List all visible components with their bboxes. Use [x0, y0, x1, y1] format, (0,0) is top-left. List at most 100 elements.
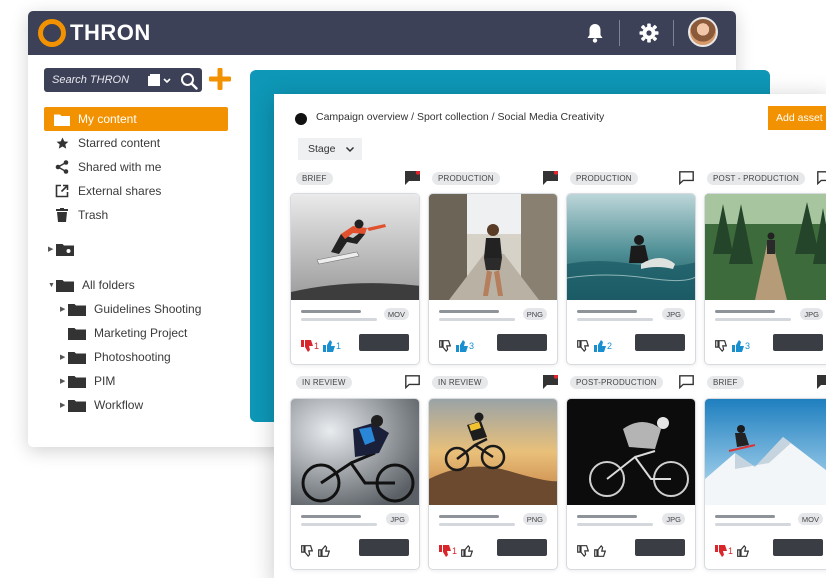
- comment-unread-icon[interactable]: [543, 171, 558, 185]
- folder-scope-icon[interactable]: [148, 74, 174, 88]
- asset-card[interactable]: MOV 1 1: [290, 193, 420, 365]
- file-type-badge: JPG: [386, 513, 409, 525]
- subtitle-placeholder: [715, 523, 791, 526]
- sidebar-item-external[interactable]: External shares: [44, 179, 228, 203]
- thumbs-up-filled-icon[interactable]: [594, 340, 606, 352]
- caret-right-icon[interactable]: ▶: [60, 401, 68, 409]
- thumbs-up-icon[interactable]: [737, 545, 750, 557]
- caret-right-icon[interactable]: ▶: [60, 305, 68, 313]
- title-placeholder: [577, 515, 637, 518]
- sidebar-item-label: Starred content: [78, 136, 161, 150]
- file-type-badge: PNG: [522, 308, 547, 320]
- search-input[interactable]: [44, 68, 144, 92]
- stage-tag: BRIEF: [707, 376, 744, 389]
- sidebar-item-shared[interactable]: Shared with me: [44, 155, 228, 179]
- file-type-badge: PNG: [522, 513, 547, 525]
- vote-group: 1: [715, 543, 754, 559]
- stage-tag: POST - PRODUCTION: [707, 172, 805, 185]
- file-type-badge: JPG: [662, 513, 685, 525]
- sidebar-item-trash[interactable]: Trash: [44, 203, 228, 227]
- asset-card[interactable]: PNG 3: [428, 193, 558, 365]
- comment-icon[interactable]: [679, 171, 694, 185]
- thumbnail-mountain-bike: [429, 399, 557, 505]
- subtitle-placeholder: [577, 523, 653, 526]
- file-type-badge: MOV: [797, 513, 823, 525]
- action-button[interactable]: [497, 334, 547, 351]
- subtitle-placeholder: [439, 318, 515, 321]
- tree-row-folder[interactable]: ▶ Guidelines Shooting: [44, 297, 244, 321]
- workflow-window: Campaign overview / Sport collection / S…: [274, 94, 826, 578]
- thumbnail-snowboard: [291, 194, 419, 300]
- asset-card[interactable]: JPG 3: [704, 193, 826, 365]
- comment-icon[interactable]: [405, 375, 420, 389]
- caret-right-icon[interactable]: ▶: [60, 353, 68, 361]
- comment-unread-icon[interactable]: [543, 375, 558, 389]
- comment-icon[interactable]: [679, 375, 694, 389]
- action-button[interactable]: [773, 539, 823, 556]
- vote-group: [301, 543, 335, 559]
- folder-icon: [68, 375, 86, 388]
- asset-card[interactable]: JPG: [566, 398, 696, 570]
- subtitle-placeholder: [577, 318, 653, 321]
- tree-row-all-folders[interactable]: ▼ All folders: [44, 273, 244, 297]
- action-button[interactable]: [635, 539, 685, 556]
- logo-ring-icon: [38, 19, 66, 47]
- thumbs-down-icon[interactable]: [715, 340, 727, 352]
- thumbs-up-icon[interactable]: [318, 545, 330, 557]
- like-count: 3: [469, 341, 475, 351]
- caret-right-icon[interactable]: ▶: [48, 245, 56, 253]
- thumbs-down-icon[interactable]: [301, 545, 313, 557]
- thumbs-up-icon[interactable]: [461, 545, 474, 557]
- action-button[interactable]: [359, 539, 409, 556]
- tree-row-folder[interactable]: Marketing Project: [44, 321, 244, 345]
- action-button[interactable]: [359, 334, 409, 351]
- asset-card[interactable]: PNG 1: [428, 398, 558, 570]
- caret-right-icon[interactable]: ▶: [60, 377, 68, 385]
- comment-unread-icon[interactable]: [405, 171, 420, 185]
- add-asset-button[interactable]: Add asset: [768, 106, 826, 130]
- thumbs-up-filled-icon[interactable]: [456, 340, 468, 352]
- caret-down-icon[interactable]: ▼: [48, 282, 56, 289]
- breadcrumb[interactable]: Campaign overview / Sport collection / S…: [316, 111, 604, 123]
- thumbs-up-filled-icon[interactable]: [323, 340, 336, 352]
- comment-unread-icon[interactable]: [817, 375, 826, 389]
- dislike-count: 1: [314, 341, 320, 351]
- tree-row-shared-folders[interactable]: ▶: [44, 237, 244, 261]
- vote-group: 3: [715, 338, 754, 354]
- avatar[interactable]: [688, 17, 718, 47]
- thron-logo[interactable]: THRON: [38, 19, 151, 47]
- asset-card[interactable]: MOV 1: [704, 398, 826, 570]
- search-icon[interactable]: [180, 72, 198, 90]
- thumbs-down-icon[interactable]: [577, 340, 589, 352]
- tree-row-folder[interactable]: ▶ PIM: [44, 369, 244, 393]
- sidebar-item-my-content[interactable]: My content: [44, 107, 228, 131]
- action-button[interactable]: [635, 334, 685, 351]
- tree-row-folder[interactable]: ▶ Photoshooting: [44, 345, 244, 369]
- thumbs-up-icon[interactable]: [594, 545, 606, 557]
- action-button[interactable]: [497, 539, 547, 556]
- stage-filter-dropdown[interactable]: Stage: [298, 138, 362, 160]
- folder-tree: ▶ ▼ All folders ▶ Guidelines Shooting Ma…: [44, 237, 244, 417]
- subtitle-placeholder: [301, 523, 377, 526]
- stage-tag: PRODUCTION: [570, 172, 638, 185]
- add-icon[interactable]: [208, 67, 232, 91]
- thumbs-down-filled-icon[interactable]: [301, 340, 313, 352]
- gear-icon[interactable]: [637, 21, 661, 45]
- vote-group: 3: [439, 338, 478, 354]
- thumbs-down-icon[interactable]: [577, 545, 589, 557]
- bell-icon[interactable]: [583, 21, 607, 45]
- action-button[interactable]: [773, 334, 823, 351]
- tree-row-folder[interactable]: ▶ Workflow: [44, 393, 244, 417]
- thumbs-down-icon[interactable]: [439, 340, 451, 352]
- thumbs-up-filled-icon[interactable]: [732, 340, 744, 352]
- comment-icon[interactable]: [817, 171, 826, 185]
- thumbs-down-filled-icon[interactable]: [439, 545, 451, 557]
- sidebar-item-starred[interactable]: Starred content: [44, 131, 228, 155]
- asset-card[interactable]: JPG: [290, 398, 420, 570]
- thumbs-down-filled-icon[interactable]: [715, 545, 727, 557]
- dislike-count: 1: [728, 546, 734, 556]
- dislike-count: 1: [452, 546, 458, 556]
- file-type-badge: MOV: [383, 308, 409, 320]
- thumbnail-cyclist: [291, 399, 419, 505]
- asset-card[interactable]: JPG 2: [566, 193, 696, 365]
